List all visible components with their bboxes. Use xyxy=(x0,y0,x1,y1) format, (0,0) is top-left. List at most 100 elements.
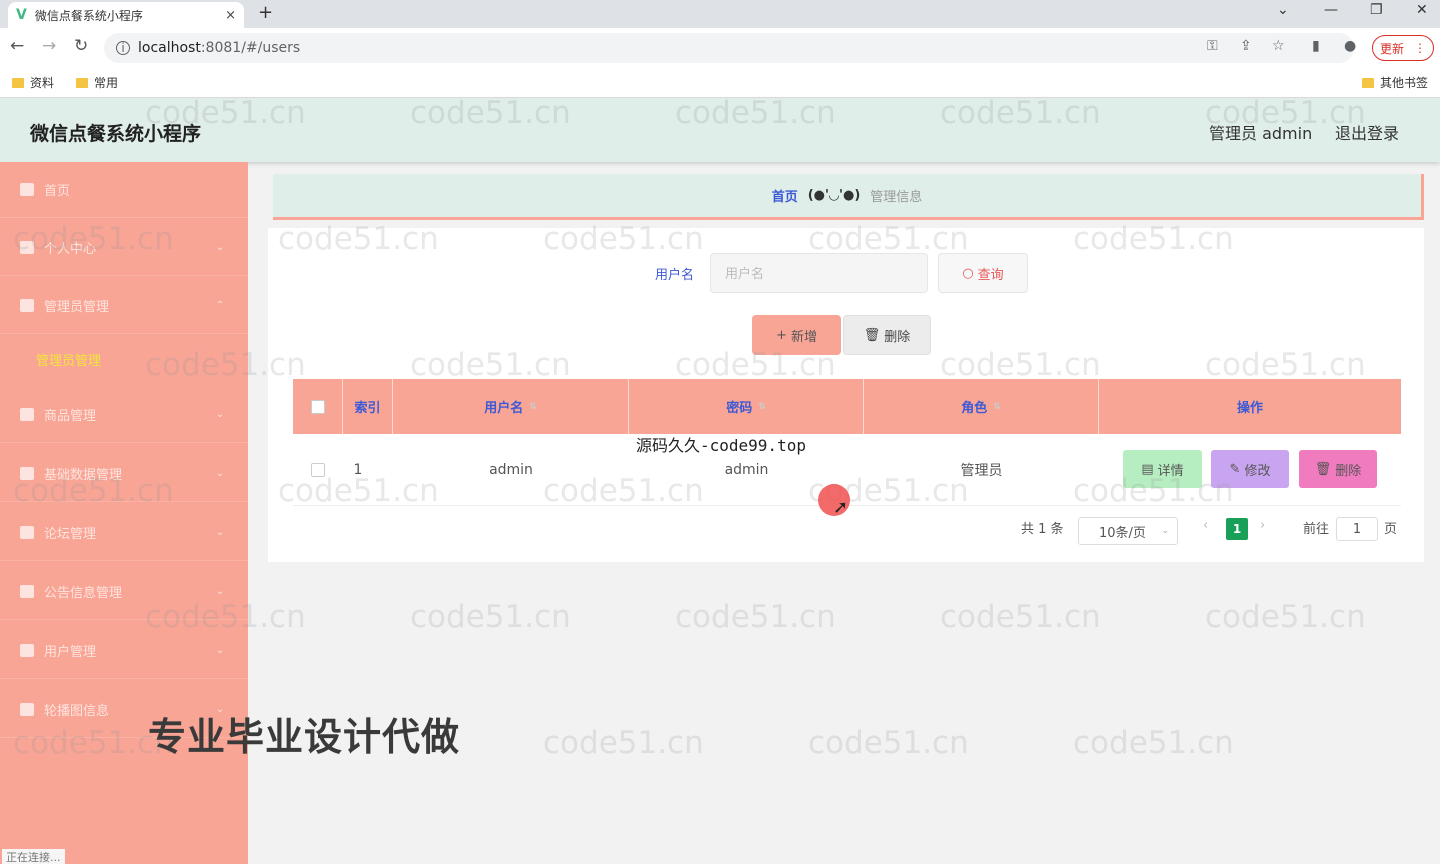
chevron-down-icon: ⌄ xyxy=(215,586,224,597)
admin-icon xyxy=(20,299,34,312)
plus-icon: + xyxy=(776,327,787,343)
bookmarks-bar: 资料 常用 其他书签 xyxy=(0,68,1440,98)
query-button[interactable]: ○ 查询 xyxy=(938,253,1028,293)
window-close-icon[interactable]: ✕ xyxy=(1416,2,1428,18)
reload-icon[interactable]: ↻ xyxy=(74,36,88,56)
profile-icon[interactable]: ● xyxy=(1344,38,1356,54)
watermark: code51.cn xyxy=(145,599,306,635)
key-icon[interactable]: ⚿ xyxy=(1207,38,1218,54)
star-icon[interactable]: ☆ xyxy=(1272,38,1285,54)
prev-page-icon[interactable]: ‹ xyxy=(1203,518,1208,533)
column-header-password[interactable]: 密码 ⇅ xyxy=(629,379,864,434)
watermark: code51.cn xyxy=(675,95,836,131)
chart-icon xyxy=(20,644,34,657)
mouse-cursor-icon: ➚ xyxy=(833,497,849,518)
watermark: code51.cn xyxy=(1073,473,1234,509)
watermark: code51.cn xyxy=(543,221,704,257)
tab-search-icon[interactable]: ⌄ xyxy=(1277,2,1289,18)
watermark: code51.cn xyxy=(808,725,969,761)
page-size-select[interactable]: 10条/页 ⌄ xyxy=(1078,517,1178,545)
sidebar-item-admin[interactable]: 管理员管理 ⌃ xyxy=(0,278,248,334)
chevron-down-icon: ⌄ xyxy=(215,468,224,479)
watermark: code51.cn xyxy=(1073,725,1234,761)
select-all-checkbox[interactable] xyxy=(310,399,325,414)
sidebar-item-label: 商品管理 xyxy=(44,409,97,424)
search-username-label: 用户名 xyxy=(655,268,695,283)
page-size-value: 10条/页 xyxy=(1099,525,1146,541)
row-delete-button[interactable]: 🗑 删除 xyxy=(1299,450,1377,488)
sidebar-item-goods[interactable]: 商品管理 ⌄ xyxy=(0,387,248,443)
promo-overlay-text: 专业毕业设计代做 xyxy=(148,715,461,759)
watermark: code51.cn xyxy=(145,347,306,383)
address-bar-row: ← → ↻ i localhost:8081/#/users ⚿ ⇪ ☆ ▮ ●… xyxy=(0,28,1440,68)
edit-label: 修改 xyxy=(1244,463,1271,479)
sidebar-item-forum[interactable]: 论坛管理 ⌄ xyxy=(0,505,248,561)
column-label: 密码 xyxy=(726,401,753,416)
page-number-current[interactable]: 1 xyxy=(1226,518,1248,540)
forum-icon xyxy=(20,526,34,539)
restore-icon[interactable]: ❐ xyxy=(1370,2,1383,18)
notice-icon xyxy=(20,585,34,598)
table-header: 索引 用户名 ⇅ 密码 ⇅ 角色 ⇅ 操作 xyxy=(293,379,1401,434)
column-label: 索引 xyxy=(354,401,381,416)
minimize-icon[interactable]: — xyxy=(1324,2,1338,18)
watermark: code51.cn xyxy=(410,347,571,383)
batch-delete-button[interactable]: 🗑 删除 xyxy=(843,315,931,355)
watermark: code51.cn xyxy=(1205,347,1366,383)
sort-icon[interactable]: ⇅ xyxy=(529,402,537,412)
watermark: code51.cn xyxy=(1205,599,1366,635)
back-icon[interactable]: ← xyxy=(10,36,24,56)
query-label: 查询 xyxy=(977,267,1004,283)
folder-icon xyxy=(1362,77,1374,88)
sidebar-subitem-admin[interactable]: 管理员管理 xyxy=(36,350,101,369)
tab-close-icon[interactable]: × xyxy=(225,8,236,23)
browser-tab[interactable]: V 微信点餐系统小程序 × xyxy=(8,2,244,28)
url-field[interactable]: i localhost:8081/#/users xyxy=(104,33,1354,63)
column-header-actions: 操作 xyxy=(1099,379,1401,434)
watermark: code51.cn xyxy=(410,95,571,131)
sidepanel-icon[interactable]: ▮ xyxy=(1312,38,1320,54)
breadcrumb-home[interactable]: 首页 xyxy=(772,186,798,205)
column-header-role[interactable]: 角色 ⇅ xyxy=(864,379,1099,434)
watermark: code51.cn xyxy=(1205,95,1366,131)
select-all-cell xyxy=(293,379,343,434)
watermark: code51.cn xyxy=(1073,221,1234,257)
forward-icon[interactable]: → xyxy=(42,36,56,56)
sort-icon[interactable]: ⇅ xyxy=(993,402,1001,412)
bookmark-label: 资料 xyxy=(30,76,55,90)
share-icon[interactable]: ⇪ xyxy=(1240,38,1252,54)
folder-icon xyxy=(76,77,88,88)
chevron-down-icon: ⌄ xyxy=(215,409,224,420)
bookmark-folder-0[interactable]: 资料 xyxy=(12,74,54,91)
watermark: code51.cn xyxy=(543,725,704,761)
sidebar-item-label: 论坛管理 xyxy=(44,527,97,542)
next-page-icon[interactable]: › xyxy=(1260,518,1265,533)
column-label: 用户名 xyxy=(484,401,524,416)
column-label: 操作 xyxy=(1236,401,1263,416)
page-suffix: 页 xyxy=(1384,522,1398,537)
pagination-total: 共 1 条 xyxy=(1021,522,1064,537)
browser-tab-bar: V 微信点餐系统小程序 × + ⌄ — ❐ ✕ xyxy=(0,0,1440,28)
tab-title: 微信点餐系统小程序 xyxy=(34,8,143,23)
trash-icon: 🗑 xyxy=(1314,461,1332,477)
goto-page-input[interactable]: 1 xyxy=(1336,517,1378,541)
bookmark-folder-1[interactable]: 常用 xyxy=(76,74,118,91)
chevron-down-icon: ⌄ xyxy=(215,645,224,656)
grid-icon xyxy=(20,408,34,421)
sort-icon[interactable]: ⇅ xyxy=(758,402,766,412)
vue-logo-icon: V xyxy=(16,7,27,23)
new-tab-button[interactable]: + xyxy=(258,2,273,23)
search-username-input[interactable] xyxy=(710,253,928,293)
update-label: 更新 xyxy=(1379,41,1404,56)
watermark: code51.cn xyxy=(145,95,306,131)
column-header-username[interactable]: 用户名 ⇅ xyxy=(393,379,629,434)
chevron-down-icon: ⌄ xyxy=(215,527,224,538)
watermark: code51.cn xyxy=(278,473,439,509)
update-button[interactable]: 更新 ⋮ xyxy=(1372,35,1434,61)
row-delete-label: 删除 xyxy=(1335,463,1362,479)
other-bookmarks[interactable]: 其他书签 xyxy=(1362,74,1428,91)
sidebar-item-home[interactable]: 首页 xyxy=(0,162,248,218)
site-info-icon[interactable]: i xyxy=(116,41,130,55)
source-overlay-text: 源码久久-code99.top xyxy=(636,436,806,455)
watermark: code51.cn xyxy=(13,221,174,257)
